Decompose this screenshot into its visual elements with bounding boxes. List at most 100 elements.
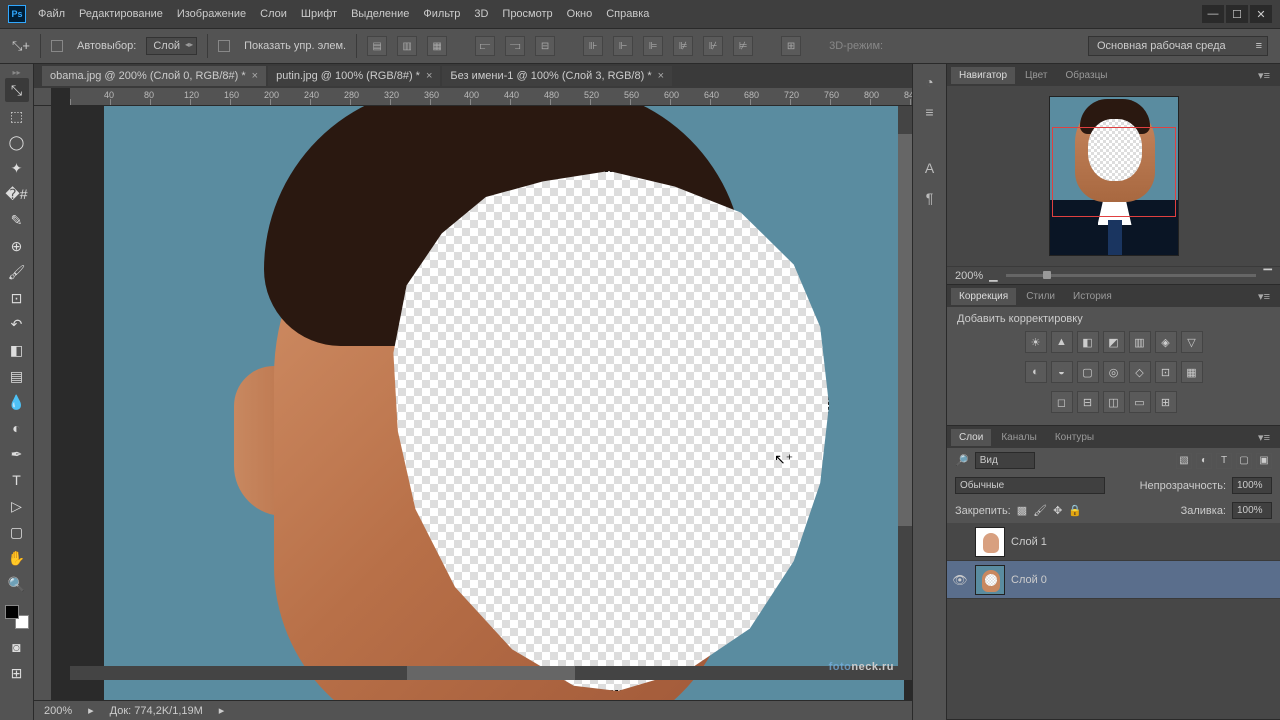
adjustment-icon[interactable]: ▢ — [1077, 361, 1099, 383]
adjustment-icon[interactable]: ◒ — [1051, 361, 1073, 383]
adjustment-icon[interactable]: ◫ — [1103, 391, 1125, 413]
layer-thumbnail[interactable] — [975, 565, 1005, 595]
mb-icon[interactable]: ≡ — [925, 104, 933, 120]
adjustment-icon[interactable]: ☀ — [1025, 331, 1047, 353]
maximize-button[interactable]: ☐ — [1226, 5, 1248, 23]
distribute-icon[interactable]: ⊯ — [673, 36, 693, 56]
menu-layer[interactable]: Слои — [260, 8, 287, 20]
adjustment-icon[interactable]: ▲ — [1051, 331, 1073, 353]
lock-trans-icon[interactable]: ▩ — [1017, 504, 1027, 517]
doc-tab-0[interactable]: obama.jpg @ 200% (Слой 0, RGB/8#) *× — [42, 66, 266, 86]
shape-tool[interactable]: ▢ — [5, 520, 29, 544]
close-icon[interactable]: × — [426, 70, 432, 82]
history-brush-tool[interactable]: ↶ — [5, 312, 29, 336]
menu-window[interactable]: Окно — [567, 8, 593, 20]
quickmask-tool[interactable]: ◙ — [5, 635, 29, 659]
doc-tab-1[interactable]: putin.jpg @ 100% (RGB/8#) *× — [268, 66, 440, 86]
opacity-input[interactable] — [1232, 477, 1272, 494]
zoom-in-icon[interactable]: ▔ — [1264, 269, 1272, 282]
crop-tool[interactable]: �# — [5, 182, 29, 206]
panel-menu-icon[interactable]: ▾≡ — [1252, 69, 1276, 82]
tab-paths[interactable]: Контуры — [1047, 429, 1102, 446]
eyedropper-tool[interactable]: ✎ — [5, 208, 29, 232]
hand-tool[interactable]: ✋ — [5, 546, 29, 570]
menu-help[interactable]: Справка — [606, 8, 649, 20]
menu-filter[interactable]: Фильтр — [423, 8, 460, 20]
align-icon[interactable]: ⫎ — [505, 36, 525, 56]
adjustment-icon[interactable]: ▭ — [1129, 391, 1151, 413]
tab-swatches[interactable]: Образцы — [1057, 67, 1115, 84]
tab-navigator[interactable]: Навигатор — [951, 67, 1015, 84]
scrollbar-vertical[interactable] — [898, 106, 912, 666]
zoom-slider[interactable] — [1006, 274, 1256, 277]
blend-mode-combo[interactable] — [955, 477, 1105, 494]
paragraph-icon[interactable]: ¶ — [926, 190, 934, 206]
align-icon[interactable]: ⊟ — [535, 36, 555, 56]
distribute-icon[interactable]: ⊭ — [733, 36, 753, 56]
adjustment-icon[interactable]: ⊡ — [1155, 361, 1177, 383]
dodge-tool[interactable]: ◐ — [5, 416, 29, 440]
lock-pixels-icon[interactable]: 🖌 — [1033, 504, 1047, 517]
layer-row[interactable]: 👁 Слой 0 — [947, 561, 1280, 599]
scrollbar-horizontal[interactable] — [70, 666, 912, 680]
autoselect-checkbox[interactable] — [51, 40, 63, 52]
zoom-out-icon[interactable]: ▁ — [989, 269, 997, 282]
menu-3d[interactable]: 3D — [474, 8, 488, 20]
tab-history[interactable]: История — [1065, 288, 1120, 305]
menu-edit[interactable]: Редактирование — [79, 8, 163, 20]
character-icon[interactable]: A — [925, 160, 934, 176]
doc-tab-2[interactable]: Без имени-1 @ 100% (Слой 3, RGB/8) *× — [442, 66, 672, 86]
filter-shape-icon[interactable]: ▢ — [1236, 453, 1252, 469]
blur-tool[interactable]: 💧 — [5, 390, 29, 414]
status-arrow-icon[interactable]: ▸ — [219, 704, 225, 717]
adjustment-icon[interactable]: ▥ — [1129, 331, 1151, 353]
eraser-tool[interactable]: ◧ — [5, 338, 29, 362]
distribute-icon[interactable]: ⊪ — [583, 36, 603, 56]
menu-select[interactable]: Выделение — [351, 8, 409, 20]
menu-view[interactable]: Просмотр — [502, 8, 552, 20]
filter-adjust-icon[interactable]: ◐ — [1196, 453, 1212, 469]
lock-pos-icon[interactable]: ✥ — [1053, 504, 1062, 517]
workspace-combo[interactable]: Основная рабочая среда — [1088, 36, 1268, 56]
zoom-tool[interactable]: 🔍 — [5, 572, 29, 596]
navigator-panel[interactable] — [947, 86, 1280, 266]
adjustment-icon[interactable]: ⊟ — [1077, 391, 1099, 413]
tab-channels[interactable]: Каналы — [993, 429, 1045, 446]
align-icon[interactable]: ▥ — [397, 36, 417, 56]
distribute-icon[interactable]: ⊮ — [703, 36, 723, 56]
gradient-tool[interactable]: ▤ — [5, 364, 29, 388]
path-tool[interactable]: ▷ — [5, 494, 29, 518]
autoselect-combo[interactable]: Слой — [146, 37, 197, 55]
tab-layers[interactable]: Слои — [951, 429, 991, 446]
wand-tool[interactable]: ✦ — [5, 156, 29, 180]
tab-adjustments[interactable]: Коррекция — [951, 288, 1016, 305]
align-icon[interactable]: ⫍ — [475, 36, 495, 56]
layer-thumbnail[interactable] — [975, 527, 1005, 557]
tab-color[interactable]: Цвет — [1017, 67, 1055, 84]
ruler-vertical[interactable] — [34, 106, 52, 700]
close-icon[interactable]: × — [252, 70, 258, 82]
marquee-tool[interactable]: ⬚ — [5, 104, 29, 128]
nav-zoom[interactable]: 200% — [955, 270, 983, 282]
adjustment-icon[interactable]: ▽ — [1181, 331, 1203, 353]
screenmode-tool[interactable]: ⊞ — [5, 661, 29, 685]
pen-tool[interactable]: ✒ — [5, 442, 29, 466]
close-icon[interactable]: × — [658, 70, 664, 82]
align-icon[interactable]: ▤ — [367, 36, 387, 56]
filter-pixel-icon[interactable]: ▧ — [1176, 453, 1192, 469]
fill-input[interactable] — [1232, 502, 1272, 519]
adjustment-icon[interactable]: ◧ — [1077, 331, 1099, 353]
adjustment-icon[interactable]: ◻ — [1051, 391, 1073, 413]
adjustment-icon[interactable]: ◐ — [1025, 361, 1047, 383]
adjustment-icon[interactable]: ◈ — [1155, 331, 1177, 353]
distribute-icon[interactable]: ⊩ — [613, 36, 633, 56]
color-swatch[interactable] — [5, 605, 29, 629]
close-button[interactable]: ✕ — [1250, 5, 1272, 23]
layer-kind-combo[interactable] — [975, 452, 1035, 469]
adjustment-icon[interactable]: ◇ — [1129, 361, 1151, 383]
distribute-icon[interactable]: ⊫ — [643, 36, 663, 56]
visibility-icon[interactable]: 👁 — [951, 573, 969, 587]
brush-tool[interactable]: 🖌 — [5, 260, 29, 284]
type-tool[interactable]: T — [5, 468, 29, 492]
adjustment-icon[interactable]: ◩ — [1103, 331, 1125, 353]
